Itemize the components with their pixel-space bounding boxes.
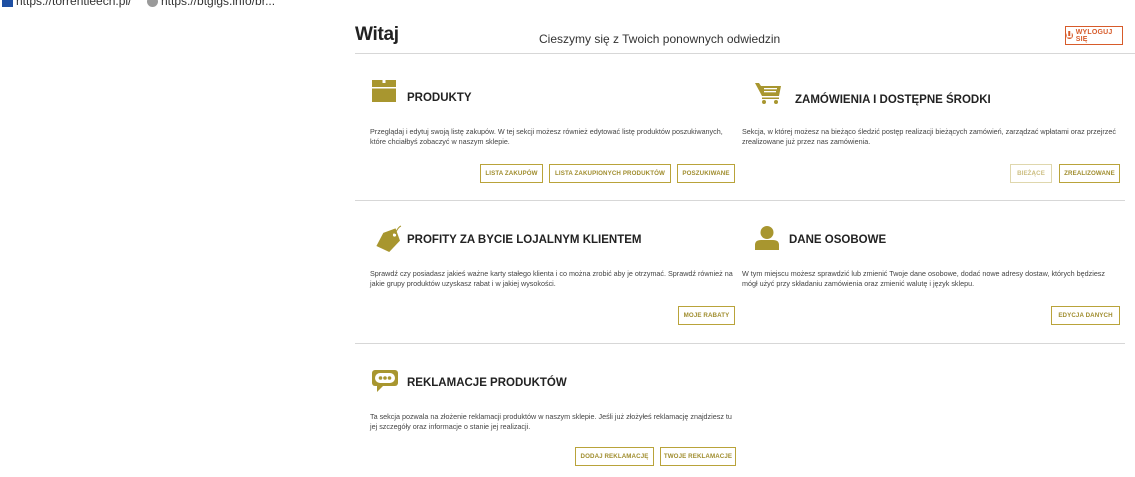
completed-orders-button[interactable]: ZREALIZOWANE xyxy=(1059,164,1120,183)
section-description: Ta sekcja pozwala na złożenie reklamacji… xyxy=(370,412,732,431)
section-description: W tym miejscu możesz sprawdzić lub zmien… xyxy=(742,269,1105,288)
purchased-products-button[interactable]: LISTA ZAKUPIONYCH PRODUKTÓW xyxy=(549,164,671,183)
bookmark-link[interactable]: https://torrentleech.pl/ xyxy=(2,0,131,8)
section-title: DANE OSOBOWE xyxy=(789,234,887,246)
section-loyalty: PROFITY ZA BYCIE LOJALNYM KLIENTEM Spraw… xyxy=(355,225,740,333)
my-complaints-button[interactable]: TWOJE REKLAMACJE xyxy=(660,447,736,466)
section-title: ZAMÓWIENIA I DOSTĘPNE ŚRODKI xyxy=(795,94,991,106)
welcome-message: Cieszymy się z Twoich ponownych odwiedzi… xyxy=(539,32,781,46)
tag-icon xyxy=(376,225,402,252)
divider xyxy=(355,200,1125,201)
edit-data-button[interactable]: EDYCJA DANYCH xyxy=(1051,306,1120,325)
section-complaints: REKLAMACJE PRODUKTÓW Ta sekcja pozwala n… xyxy=(355,370,740,470)
shopping-list-button[interactable]: LISTA ZAKUPÓW xyxy=(480,164,543,183)
section-personal-data: DANE OSOBOWE W tym miejscu możesz sprawd… xyxy=(738,225,1123,333)
bookmark-link[interactable]: https://btgigs.info/br... xyxy=(147,0,275,8)
section-description: Sprawdź czy posiadasz jakieś ważne karty… xyxy=(370,269,733,288)
bookmarks-bar: https://torrentleech.pl/ https://btgigs.… xyxy=(0,0,1135,10)
page-title: Witaj xyxy=(355,24,399,45)
power-icon xyxy=(1066,32,1073,39)
section-title: REKLAMACJE PRODUKTÓW xyxy=(407,377,567,389)
site-favicon-icon xyxy=(147,0,158,8)
add-complaint-button[interactable]: DODAJ REKLAMACJĘ xyxy=(575,447,654,466)
chat-icon xyxy=(372,370,398,392)
user-icon xyxy=(755,226,779,250)
my-discounts-button[interactable]: MOJE RABATY xyxy=(678,306,735,325)
section-title: PRODUKTY xyxy=(407,92,472,104)
box-icon xyxy=(372,80,396,102)
section-orders: ZAMÓWIENIA I DOSTĘPNE ŚRODKI Sekcja, w k… xyxy=(738,80,1123,190)
divider xyxy=(355,343,1125,344)
logout-button[interactable]: WYLOGUJ SIĘ xyxy=(1065,26,1123,45)
current-orders-button[interactable]: BIEŻĄCE xyxy=(1010,164,1052,183)
divider xyxy=(355,53,1135,54)
section-description: Sekcja, w której możesz na bieżąco śledz… xyxy=(742,127,1116,146)
site-favicon-icon xyxy=(2,0,13,8)
account-header: Witaj Cieszymy się z Twoich ponownych od… xyxy=(355,22,1135,52)
section-title: PROFITY ZA BYCIE LOJALNYM KLIENTEM xyxy=(407,234,642,246)
section-products: PRODUKTY Przeglądaj i edytuj swoją listę… xyxy=(355,80,735,190)
wanted-products-button[interactable]: POSZUKIWANE xyxy=(677,164,735,183)
section-description: Przeglądaj i edytuj swoją listę zakupów.… xyxy=(370,127,723,146)
cart-icon xyxy=(755,83,781,104)
